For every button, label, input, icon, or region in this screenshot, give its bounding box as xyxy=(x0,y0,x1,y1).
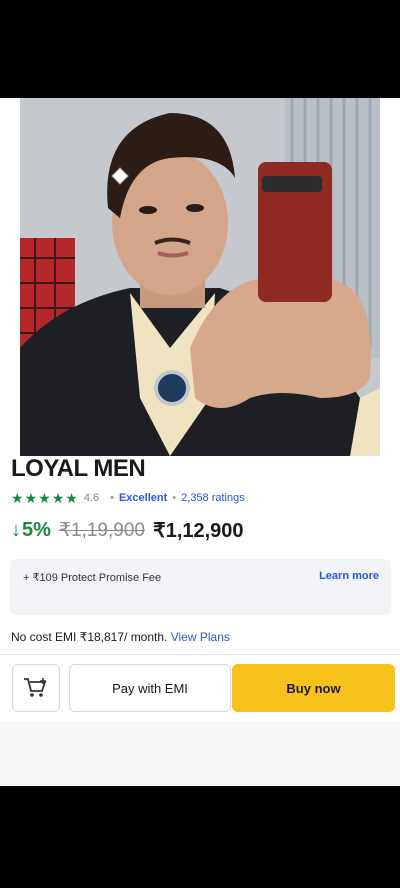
protect-fee-text: + ₹109 Protect Promise Fee xyxy=(23,572,162,584)
rating-row[interactable]: ★ ★ ★ ★ ★ 4.6 • Excellent • 2,358 rating… xyxy=(11,490,245,506)
selling-price: ₹1,12,900 xyxy=(152,520,244,542)
protect-fee-box: + ₹109 Protect Promise Fee Learn more xyxy=(10,559,391,615)
discount: ↓ 5% xyxy=(11,519,51,542)
add-to-cart-icon xyxy=(24,678,47,697)
half-star-icon: ★ xyxy=(65,490,78,506)
emi-row: No cost EMI ₹18,817/ month. View Plans xyxy=(11,630,230,644)
view-plans-link[interactable]: View Plans xyxy=(171,630,230,644)
star-icon: ★ xyxy=(24,490,38,506)
ratings-count[interactable]: 2,358 ratings xyxy=(181,492,245,504)
rating-label: Excellent xyxy=(118,492,168,504)
star-icon: ★ xyxy=(51,490,65,506)
separator-dot: • xyxy=(110,492,114,504)
top-black-bar xyxy=(0,0,400,98)
buy-now-button[interactable]: Buy now xyxy=(232,664,395,712)
discount-percent: 5% xyxy=(22,519,51,541)
bottom-area xyxy=(0,722,400,786)
rating-value: 4.6 xyxy=(83,492,100,504)
star-icon: ★ xyxy=(38,490,51,506)
separator-dot: • xyxy=(172,492,177,504)
star-icon: ★ xyxy=(11,490,24,506)
emi-text: No cost EMI ₹18,817/ month. xyxy=(11,630,168,644)
down-arrow-icon: ↓ xyxy=(11,519,21,541)
pay-with-emi-button[interactable]: Pay with EMI xyxy=(69,664,231,712)
mrp-price: ₹1,19,900 xyxy=(58,520,145,541)
divider xyxy=(0,654,400,655)
rating-stars: ★ ★ ★ ★ ★ xyxy=(11,491,78,505)
product-photo-graphic xyxy=(20,98,380,456)
learn-more-link[interactable]: Learn more xyxy=(319,570,379,582)
product-image[interactable] xyxy=(20,98,380,456)
product-title: LOYAL MEN xyxy=(11,455,146,482)
product-screen: LOYAL MEN ★ ★ ★ ★ ★ 4.6 • Excellent • 2,… xyxy=(0,98,400,786)
price-row: ↓ 5% ₹1,19,900 ₹1,12,900 xyxy=(11,518,244,543)
bottom-black-bar xyxy=(0,786,400,888)
add-to-cart-button[interactable] xyxy=(12,664,60,712)
